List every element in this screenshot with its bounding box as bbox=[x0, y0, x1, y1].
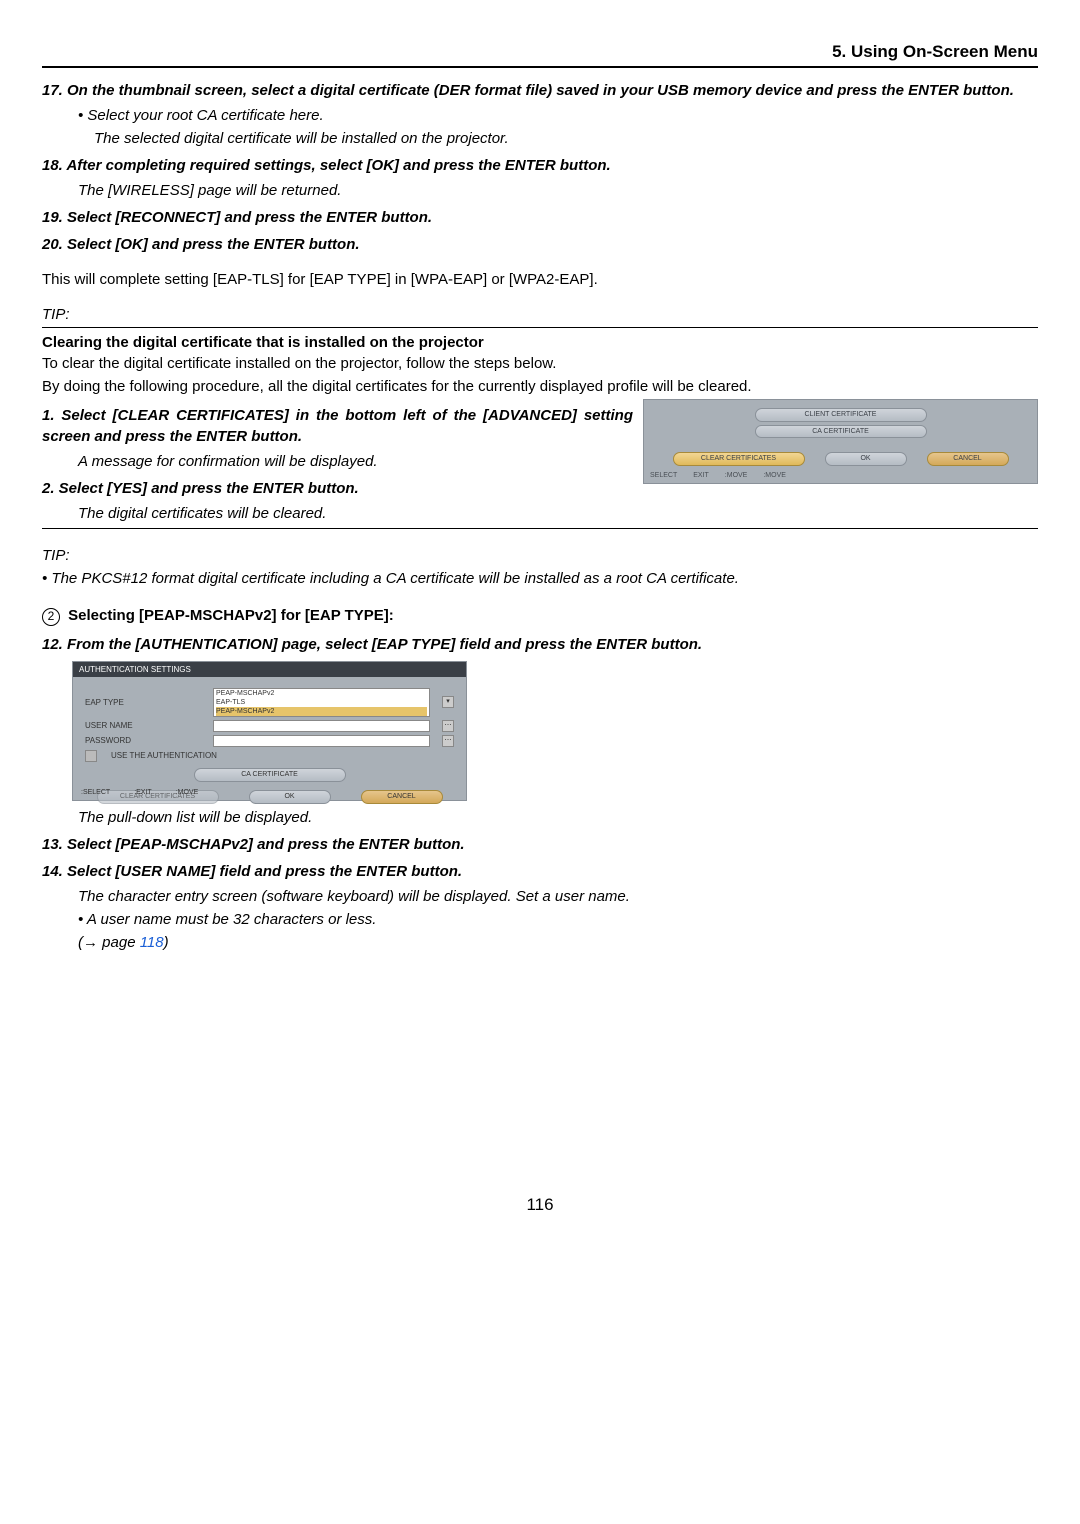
password-label: PASSWORD bbox=[85, 735, 205, 746]
field-edit-icon[interactable]: ⋯ bbox=[442, 735, 454, 747]
clear-step-1: 1. Select [CLEAR CERTIFICATES] in the bo… bbox=[42, 405, 633, 447]
password-field[interactable] bbox=[213, 735, 430, 747]
step-14-bullet: A user name must be 32 characters or les… bbox=[78, 909, 1038, 930]
completion-note: This will complete setting [EAP-TLS] for… bbox=[42, 269, 1038, 290]
step-17-bullet-1: Select your root CA certificate here. bbox=[78, 105, 1038, 126]
dialog-title: AUTHENTICATION SETTINGS bbox=[73, 662, 466, 677]
step-17: 17. On the thumbnail screen, select a di… bbox=[42, 80, 1038, 101]
eap-type-dropdown[interactable]: PEAP-MSCHAPv2 EAP-TLS PEAP-MSCHAPv2 bbox=[213, 688, 430, 717]
field-edit-icon[interactable]: ⋯ bbox=[442, 720, 454, 732]
user-name-label: USER NAME bbox=[85, 720, 205, 731]
tip-2-bullet: • The PKCS#12 format digital certificate… bbox=[42, 568, 1038, 589]
step-12: 12. From the [AUTHENTICATION] page, sele… bbox=[42, 634, 1038, 655]
dropdown-arrow-icon[interactable]: ▾ bbox=[442, 696, 454, 708]
divider bbox=[42, 327, 1038, 328]
use-auth-label: USE THE AUTHENTICATION bbox=[111, 750, 217, 761]
hint-move-3: :MOVE bbox=[176, 788, 199, 798]
hint-move-2: :MOVE bbox=[763, 471, 786, 481]
step-18: 18. After completing required settings, … bbox=[42, 155, 1038, 176]
step-13: 13. Select [PEAP-MSCHAPv2] and press the… bbox=[42, 834, 1038, 855]
section-b-title-text: Selecting [PEAP-MSCHAPv2] for [EAP TYPE]… bbox=[64, 607, 394, 624]
step-14-note: The character entry screen (software key… bbox=[78, 886, 1038, 907]
clearing-line-2: By doing the following procedure, all th… bbox=[42, 376, 1038, 397]
screenshot-auth-settings: AUTHENTICATION SETTINGS EAP TYPE PEAP-MS… bbox=[72, 661, 467, 801]
step-14: 14. Select [USER NAME] field and press t… bbox=[42, 861, 1038, 882]
eap-type-label: EAP TYPE bbox=[85, 697, 205, 708]
tip-label-2: TIP: bbox=[42, 545, 1038, 566]
step-19: 19. Select [RECONNECT] and press the ENT… bbox=[42, 207, 1038, 228]
screenshot-clear-certs: CLIENT CERTIFICATE CA CERTIFICATE CLEAR … bbox=[643, 399, 1038, 484]
ca-cert-button[interactable]: CA CERTIFICATE bbox=[755, 425, 927, 439]
step-20: 20. Select [OK] and press the ENTER butt… bbox=[42, 234, 1038, 255]
tip-label-1: TIP: bbox=[42, 304, 1038, 325]
step-12-note: The pull-down list will be displayed. bbox=[78, 807, 1038, 828]
eap-option-1[interactable]: PEAP-MSCHAPv2 bbox=[216, 689, 427, 698]
section-b-heading: 2 Selecting [PEAP-MSCHAPv2] for [EAP TYP… bbox=[42, 605, 1038, 626]
hint-exit: EXIT bbox=[693, 471, 709, 481]
ca-cert-button-2[interactable]: CA CERTIFICATE bbox=[194, 768, 346, 782]
clearing-heading: Clearing the digital certificate that is… bbox=[42, 332, 1038, 353]
use-auth-checkbox[interactable] bbox=[85, 750, 97, 762]
pageref-link[interactable]: 118 bbox=[140, 934, 164, 951]
circled-number-icon: 2 bbox=[42, 608, 60, 626]
user-name-field[interactable] bbox=[213, 720, 430, 732]
hint-select: SELECT bbox=[650, 471, 677, 481]
clear-step-2: 2. Select [YES] and press the ENTER butt… bbox=[42, 478, 633, 499]
hint-exit-2: :EXIT bbox=[134, 788, 152, 798]
hint-select-2: :SELECT bbox=[81, 788, 110, 798]
step-18-note: The [WIRELESS] page will be returned. bbox=[78, 180, 1038, 201]
step-17-bullet-2: The selected digital certificate will be… bbox=[94, 128, 1038, 149]
clear-step-2-note: The digital certificates will be cleared… bbox=[78, 503, 633, 524]
pageref-prefix: (→ page bbox=[78, 934, 140, 951]
ok-button[interactable]: OK bbox=[825, 452, 907, 466]
clear-certificates-button[interactable]: CLEAR CERTIFICATES bbox=[673, 452, 805, 466]
page-reference: (→ page 118) bbox=[78, 932, 1038, 953]
cancel-button[interactable]: CANCEL bbox=[927, 452, 1009, 466]
eap-option-2[interactable]: EAP-TLS bbox=[216, 698, 427, 707]
pageref-suffix: ) bbox=[164, 934, 169, 951]
section-header: 5. Using On-Screen Menu bbox=[42, 40, 1038, 68]
hint-move-1: :MOVE bbox=[725, 471, 748, 481]
divider bbox=[42, 528, 1038, 529]
clear-step-1-note: A message for confirmation will be displ… bbox=[78, 451, 633, 472]
page-number: 116 bbox=[42, 1193, 1038, 1217]
client-cert-button[interactable]: CLIENT CERTIFICATE bbox=[755, 408, 927, 422]
eap-option-selected[interactable]: PEAP-MSCHAPv2 bbox=[216, 707, 427, 716]
clearing-line-1: To clear the digital certificate install… bbox=[42, 353, 1038, 374]
